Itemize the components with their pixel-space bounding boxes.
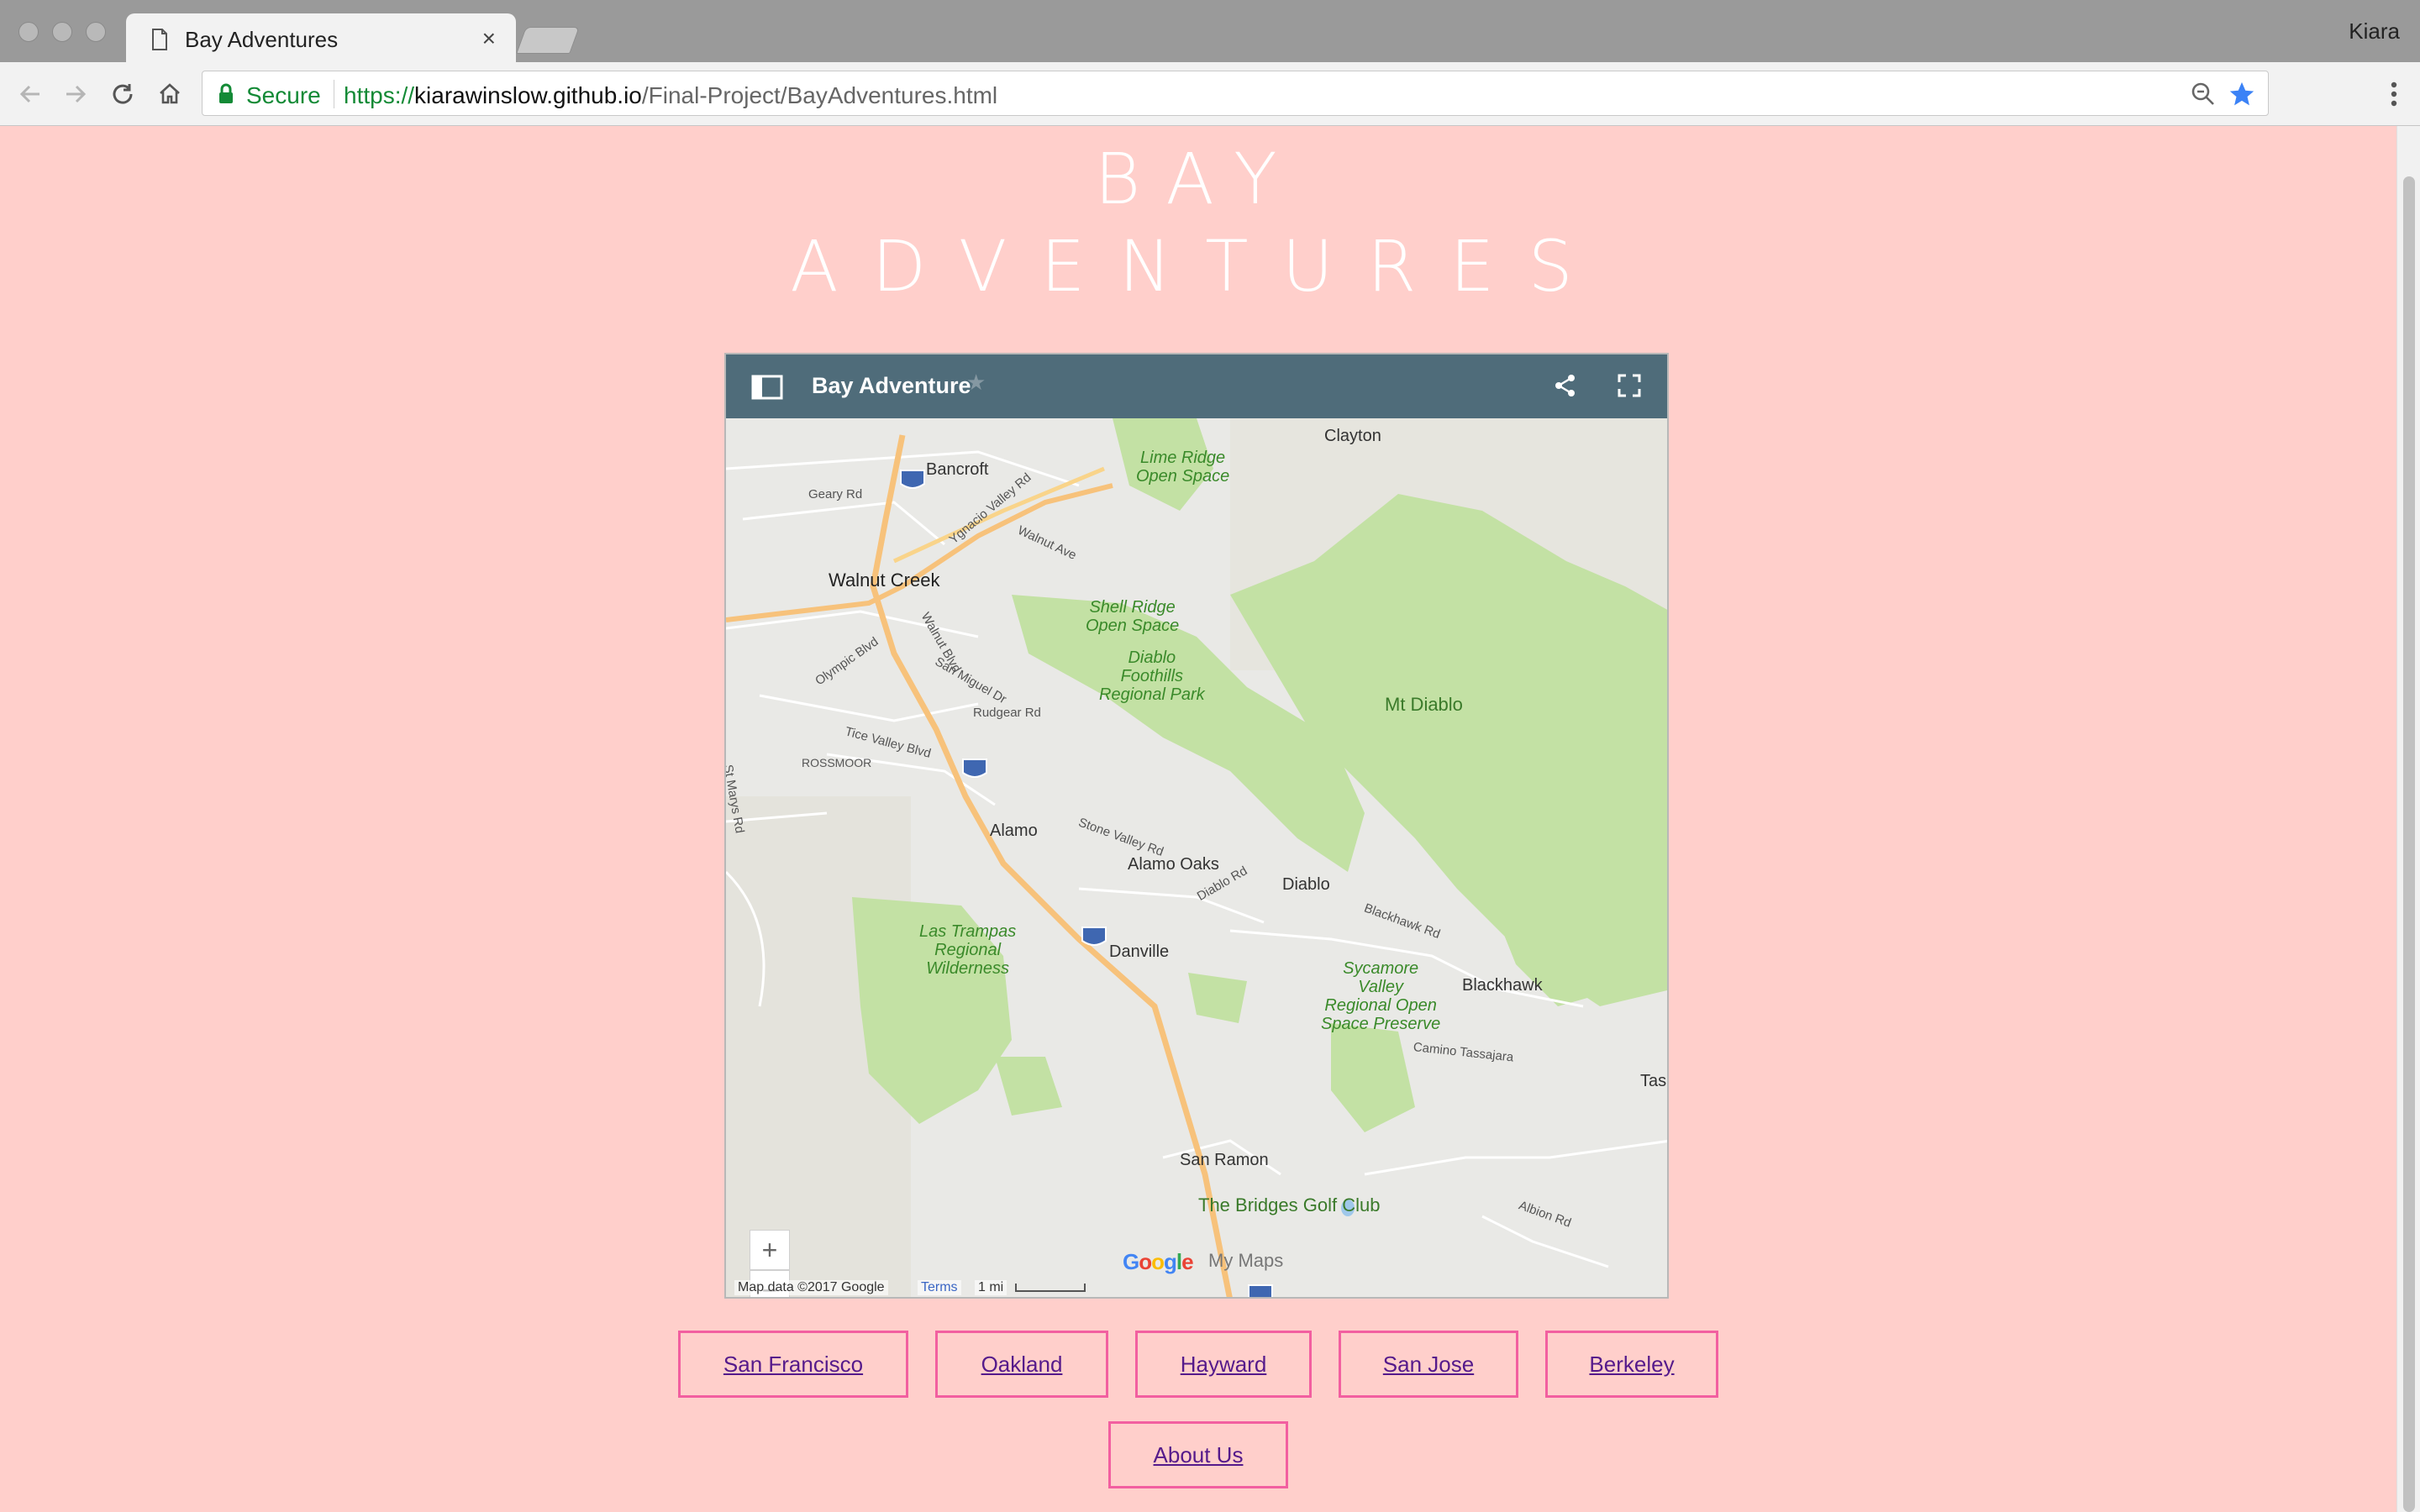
map-label: Danville — [1109, 942, 1170, 961]
share-icon[interactable] — [1553, 373, 1578, 398]
browser-tab[interactable]: Bay Adventures × — [126, 13, 516, 64]
map-label: Geary Rd — [808, 487, 863, 501]
map-embed[interactable]: Bay Adventure ★ Clayton Bancroft Lime Ri… — [724, 353, 1669, 1299]
city-links-row: San Francisco Oakland Hayward San Jose B… — [0, 1331, 2396, 1398]
map-star-icon[interactable]: ★ — [966, 370, 986, 396]
map-label: Las Trampas Regional Wilderness — [919, 922, 1017, 978]
map-label: Rudgear Rd — [973, 706, 1041, 720]
page-content: BAY ADVENTURES Bay Adventure ★ Clayton B… — [0, 126, 2396, 1512]
my-maps-label: My Maps — [1208, 1250, 1284, 1271]
map-attribution: Map data ©2017 Google — [734, 1280, 888, 1295]
map-label: Blackhawk — [1462, 976, 1543, 995]
map-label: Alamo — [990, 822, 1038, 840]
map-label: Sycamore Valley Regional Open Space Pres… — [1321, 959, 1441, 1033]
map-label: Walnut Creek — [829, 570, 940, 591]
google-logo: Google — [1123, 1249, 1194, 1274]
link-san-jose[interactable]: San Jose — [1339, 1331, 1518, 1398]
url-text[interactable]: https://kiarawinslow.github.io/Final-Pro… — [344, 82, 997, 109]
browser-tab-bar: Bay Adventures × Kiara — [0, 0, 2420, 64]
lock-icon — [219, 83, 233, 103]
menu-dots-icon[interactable] — [2390, 81, 2398, 108]
about-row: About Us — [0, 1421, 2396, 1488]
reload-button[interactable] — [106, 77, 139, 111]
map-label: San Ramon — [1180, 1151, 1269, 1169]
map-label: Alamo Oaks — [1128, 855, 1219, 874]
minimize-window-button[interactable] — [52, 22, 72, 42]
back-button[interactable] — [13, 77, 47, 111]
fullscreen-icon[interactable] — [1617, 373, 1642, 398]
tab-title: Bay Adventures — [185, 27, 339, 52]
site-title-line1: BAY — [1094, 138, 1302, 220]
reload-icon — [113, 84, 133, 104]
secure-label: Secure — [246, 82, 321, 108]
home-icon — [160, 83, 180, 104]
forward-button[interactable] — [59, 77, 92, 111]
address-bar[interactable]: Secure https://kiarawinslow.github.io/Fi… — [202, 71, 2269, 116]
link-hayward[interactable]: Hayward — [1135, 1331, 1312, 1398]
home-button[interactable] — [153, 77, 187, 111]
map-label: Shell Ridge Open Space — [1086, 598, 1180, 635]
search-icon[interactable] — [2191, 81, 2216, 107]
back-arrow-icon — [19, 85, 39, 103]
zoom-window-button[interactable] — [86, 22, 106, 42]
profile-name[interactable]: Kiara — [2349, 18, 2400, 45]
map-label: Bancroft — [926, 460, 989, 479]
scale-label: 1 mi — [975, 1280, 1007, 1295]
site-title-line2: ADVENTURES — [790, 225, 1607, 307]
map-label: Mt Diablo — [1385, 694, 1463, 715]
link-oakland[interactable]: Oakland — [935, 1331, 1108, 1398]
new-tab-button[interactable] — [516, 27, 580, 54]
page-icon — [152, 29, 167, 50]
browser-toolbar: Secure https://kiarawinslow.github.io/Fi… — [0, 62, 2420, 126]
map-label: Clayton — [1324, 427, 1381, 445]
scale-bar — [1015, 1284, 1086, 1292]
zoom-in-button[interactable]: + — [750, 1230, 790, 1270]
map-label: Diablo Foothills Regional Park — [1099, 648, 1205, 704]
map-label: Lime Ridge Open Space — [1136, 449, 1230, 486]
link-about-us[interactable]: About Us — [1108, 1421, 1288, 1488]
map-label: The Bridges Golf Club — [1198, 1194, 1381, 1215]
page-scrollbar[interactable] — [2396, 126, 2420, 1512]
link-berkeley[interactable]: Berkeley — [1545, 1331, 1718, 1398]
terms-link[interactable]: Terms — [918, 1280, 961, 1295]
bookmark-star-icon[interactable] — [2228, 80, 2256, 108]
map-label: Tas — [1640, 1072, 1667, 1090]
side-panel-icon[interactable] — [751, 375, 783, 400]
map-title: Bay Adventure — [812, 373, 971, 398]
map-header: Bay Adventure ★ — [726, 354, 1667, 418]
map-label: ROSSMOOR — [802, 756, 872, 769]
close-tab-icon[interactable]: × — [482, 25, 496, 52]
map-label: Diablo — [1282, 875, 1330, 894]
scrollbar-thumb[interactable] — [2403, 176, 2415, 1512]
close-window-button[interactable] — [18, 22, 39, 42]
forward-arrow-icon — [66, 85, 87, 103]
link-san-francisco[interactable]: San Francisco — [678, 1331, 908, 1398]
